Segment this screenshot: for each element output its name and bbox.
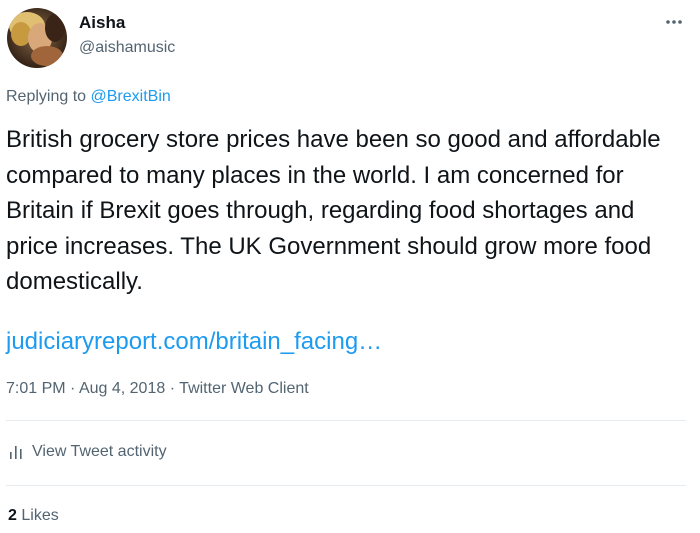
tweet-date[interactable]: Aug 4, 2018: [79, 380, 165, 397]
more-dots-icon: [666, 20, 682, 24]
view-tweet-activity-label: View Tweet activity: [32, 443, 167, 460]
avatar[interactable]: [7, 8, 67, 68]
avatar-image: [7, 8, 67, 68]
divider: [6, 485, 686, 486]
replying-to-label: Replying to: [6, 88, 87, 105]
tweet-client[interactable]: Twitter Web Client: [179, 380, 309, 397]
replying-to: Replying to @BrexitBin: [6, 87, 171, 107]
tweet-text: British grocery store prices have been s…: [6, 126, 661, 295]
tweet-link[interactable]: judiciaryreport.com/britain_facing…: [6, 327, 382, 357]
meta-separator: ·: [70, 380, 76, 397]
author-handle[interactable]: @aishamusic: [79, 38, 175, 58]
reply-mention-link[interactable]: @BrexitBin: [91, 88, 171, 105]
divider: [6, 420, 686, 421]
tweet-time[interactable]: 7:01 PM: [6, 380, 66, 397]
view-tweet-activity-button[interactable]: View Tweet activity: [8, 441, 167, 463]
likes-label: Likes: [21, 507, 59, 524]
meta-separator: ·: [169, 380, 176, 397]
likes-count[interactable]: 2 Likes: [8, 506, 59, 526]
tweet-meta: 7:01 PM · Aug 4, 2018 · Twitter Web Clie…: [6, 379, 309, 399]
bar-chart-icon: [8, 444, 24, 460]
more-options-button[interactable]: [660, 10, 688, 34]
author-display-name[interactable]: Aisha: [79, 13, 125, 33]
likes-number: 2: [8, 507, 17, 524]
